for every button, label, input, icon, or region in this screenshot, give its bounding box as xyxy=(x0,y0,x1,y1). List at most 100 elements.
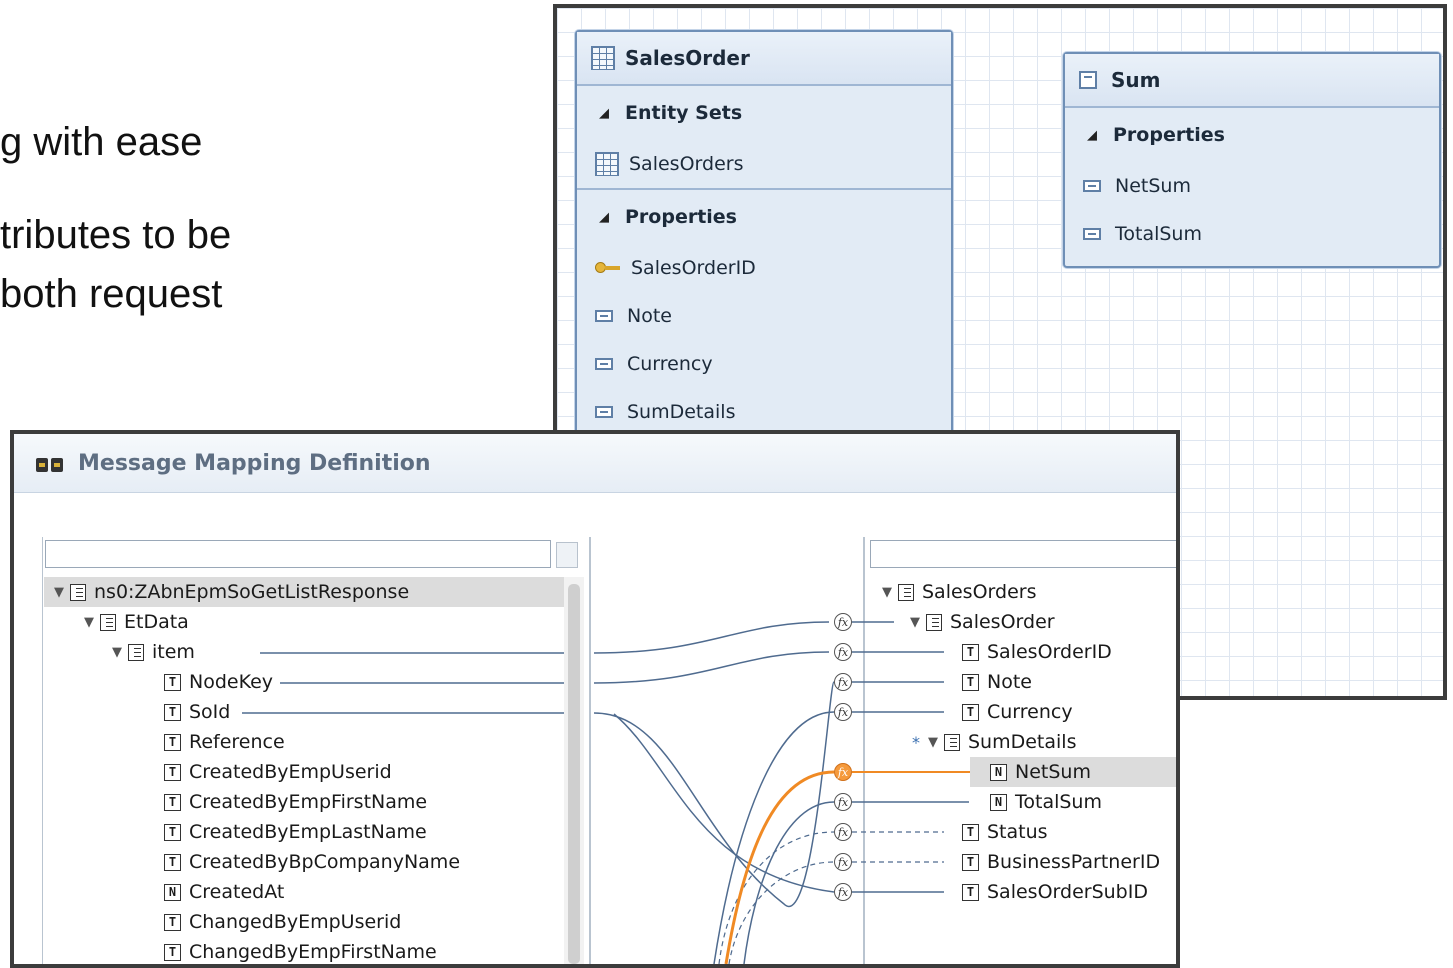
tree-node[interactable]: ▼ SalesOrder xyxy=(910,607,1055,637)
entity-header[interactable]: SalesOrder xyxy=(577,32,951,86)
property-row[interactable]: TotalSum xyxy=(1065,210,1439,258)
section-properties[interactable]: ◢ Properties xyxy=(577,188,951,244)
tree-node[interactable]: T CreatedByBpCompanyName xyxy=(164,847,460,877)
tree-node[interactable]: T CreatedByEmpLastName xyxy=(164,817,427,847)
text-type-icon: T xyxy=(962,853,979,871)
function-node-active[interactable]: fx xyxy=(834,763,852,781)
tree-node-label: Reference xyxy=(189,731,285,753)
message-mapping-window[interactable]: Message Mapping Definition fx fx fx fx f… xyxy=(10,430,1180,968)
function-node[interactable]: fx xyxy=(834,673,852,691)
tree-node-label: BusinessPartnerID xyxy=(987,851,1161,873)
expand-arrow-icon[interactable]: ▼ xyxy=(928,735,938,750)
text-type-icon: T xyxy=(164,823,181,841)
section-entity-sets[interactable]: ◢ Entity Sets xyxy=(577,86,951,140)
link-to-salesordersubid xyxy=(613,713,835,893)
element-icon xyxy=(100,613,116,631)
property-row[interactable]: Currency xyxy=(577,340,951,388)
tree-node[interactable]: T Reference xyxy=(164,727,285,757)
tree-node[interactable]: T CreatedByEmpFirstName xyxy=(164,787,427,817)
tree-node[interactable]: T CreatedByEmpUserid xyxy=(164,757,392,787)
text-type-icon: T xyxy=(164,733,181,751)
tree-node[interactable]: ▼ SalesOrders xyxy=(882,577,1036,607)
property-row[interactable]: SalesOrderID xyxy=(577,244,951,292)
text-type-icon: T xyxy=(164,703,181,721)
function-node[interactable]: fx xyxy=(834,703,852,721)
link-to-totalsum xyxy=(743,801,835,964)
collapse-triangle-icon[interactable]: ◢ xyxy=(1087,128,1097,143)
function-node[interactable]: fx xyxy=(834,793,852,811)
expand-arrow-icon[interactable]: ▼ xyxy=(910,615,920,630)
slide-text-line-3: both request xyxy=(0,272,223,316)
tree-node-label: NodeKey xyxy=(189,671,274,693)
text-type-icon: T xyxy=(164,943,181,961)
tree-node[interactable]: T Status xyxy=(962,817,1048,847)
tree-node-label: CreatedByBpCompanyName xyxy=(189,851,461,873)
slide-text-line-1: g with ease xyxy=(0,120,203,164)
tree-node-selected[interactable]: N NetSum xyxy=(970,757,1176,787)
tree-node-label: ns0:ZAbnEpmSoGetListResponse xyxy=(94,581,410,603)
link-item-to-salesorder xyxy=(260,621,830,654)
tree-node[interactable]: ▼ EtData xyxy=(84,607,189,637)
tree-node[interactable]: T NodeKey xyxy=(164,667,273,697)
tree-node-label: CreatedByEmpLastName xyxy=(189,821,427,843)
property-label: Currency xyxy=(627,353,713,375)
expand-arrow-icon[interactable]: ▼ xyxy=(54,585,64,600)
tree-node[interactable]: ▼ ns0:ZAbnEpmSoGetListResponse xyxy=(44,577,564,607)
tree-node[interactable]: ▼ item xyxy=(112,637,195,667)
element-icon xyxy=(944,733,960,751)
text-type-icon: T xyxy=(164,793,181,811)
tree-node[interactable]: N TotalSum xyxy=(990,787,1102,817)
expand-arrow-icon[interactable]: ▼ xyxy=(84,615,94,630)
property-label: NetSum xyxy=(1115,175,1191,197)
property-row[interactable]: NetSum xyxy=(1065,162,1439,210)
tree-node-label: Note xyxy=(987,671,1032,693)
entity-sum[interactable]: Sum ◢ Properties NetSum TotalSum xyxy=(1063,52,1441,268)
function-node[interactable]: fx xyxy=(834,853,852,871)
section-properties[interactable]: ◢ Properties xyxy=(1065,108,1439,162)
text-type-icon: T xyxy=(164,913,181,931)
entity-set-item[interactable]: SalesOrders xyxy=(577,140,951,188)
tree-node[interactable]: T Note xyxy=(962,667,1032,697)
tree-node-label: TotalSum xyxy=(1015,791,1102,813)
tree-node[interactable]: T SalesOrderID xyxy=(962,637,1112,667)
tree-node[interactable]: T Currency xyxy=(962,697,1073,727)
function-node[interactable]: fx xyxy=(834,823,852,841)
entity-set-icon xyxy=(595,152,619,176)
property-icon xyxy=(595,310,613,322)
section-label: Properties xyxy=(625,206,737,228)
element-icon xyxy=(128,643,144,661)
function-node[interactable]: fx xyxy=(834,613,852,631)
property-label: SumDetails xyxy=(627,401,736,423)
expand-arrow-icon[interactable]: ▼ xyxy=(882,585,892,600)
tree-node[interactable]: T BusinessPartnerID xyxy=(962,847,1160,877)
key-icon xyxy=(595,262,621,274)
tree-node-label: CreatedByEmpUserid xyxy=(189,761,392,783)
text-type-icon: T xyxy=(164,853,181,871)
element-icon xyxy=(898,583,914,601)
tree-node[interactable]: T SoId xyxy=(164,697,230,727)
expand-arrow-icon[interactable]: ▼ xyxy=(112,645,122,660)
text-type-icon: T xyxy=(962,883,979,901)
tree-node[interactable]: N CreatedAt xyxy=(164,877,284,907)
tree-node[interactable]: * ▼ SumDetails xyxy=(912,727,1076,757)
property-icon xyxy=(1083,180,1101,192)
tree-node[interactable]: T SalesOrderSubID xyxy=(962,877,1148,907)
property-row[interactable]: SumDetails xyxy=(577,388,951,436)
entity-title: SalesOrder xyxy=(625,46,750,70)
tree-node-label: SalesOrderSubID xyxy=(987,881,1148,903)
text-type-icon: T xyxy=(962,823,979,841)
collapse-triangle-icon[interactable]: ◢ xyxy=(599,210,609,225)
entity-type-icon xyxy=(591,46,615,70)
text-type-icon: T xyxy=(962,703,979,721)
property-icon xyxy=(1083,228,1101,240)
property-row[interactable]: Note xyxy=(577,292,951,340)
collapse-triangle-icon[interactable]: ◢ xyxy=(599,106,609,121)
function-node[interactable]: fx xyxy=(834,643,852,661)
element-icon xyxy=(70,583,86,601)
tree-node[interactable]: T ChangedByEmpUserid xyxy=(164,907,401,937)
property-label: SalesOrderID xyxy=(631,257,756,279)
tree-node[interactable]: T ChangedByEmpFirstName xyxy=(164,937,437,964)
tree-node-label: CreatedByEmpFirstName xyxy=(189,791,428,813)
entity-header[interactable]: Sum xyxy=(1065,54,1439,108)
function-node[interactable]: fx xyxy=(834,883,852,901)
